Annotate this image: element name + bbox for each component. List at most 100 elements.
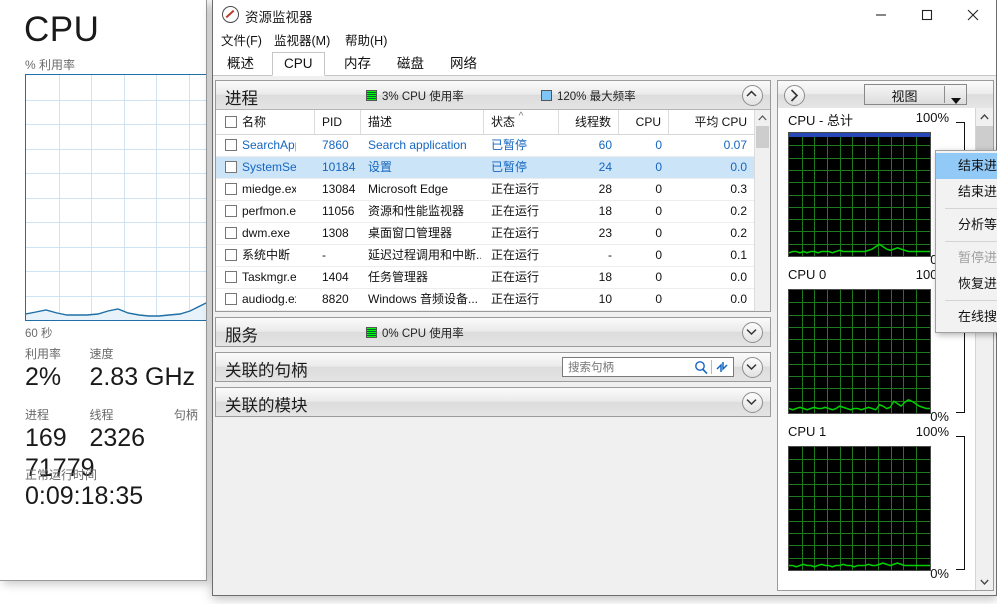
- table-row[interactable]: Taskmgr.exe 1404 任务管理器 正在运行 18 0 0.0: [216, 267, 770, 289]
- tab-disk[interactable]: 磁盘: [386, 53, 435, 76]
- menu-monitor[interactable]: 监视器(M): [269, 32, 335, 50]
- modules-title: 关联的模块: [225, 397, 308, 415]
- graph-plot: [788, 289, 931, 414]
- chevron-down-icon: [746, 364, 757, 371]
- processes-section: 进程 3% CPU 使用率 120% 最大频率 名称 PID 描述 ^ 状态 线…: [215, 80, 771, 312]
- close-button[interactable]: [950, 0, 996, 30]
- cell-avgcpu: 0.0: [730, 292, 747, 306]
- handles-section-header[interactable]: 关联的句柄: [216, 353, 770, 381]
- context-menu-item[interactable]: 结束进程树(T): [936, 179, 997, 205]
- cell-status: 正在运行: [491, 248, 540, 262]
- green-swatch-icon: [366, 327, 377, 338]
- minimize-button[interactable]: [858, 0, 904, 30]
- table-row[interactable]: dwm.exe 1308 桌面窗口管理器 正在运行 23 0 0.2: [216, 223, 770, 245]
- handle-search-box[interactable]: [562, 357, 734, 378]
- task-manager-window: CPU % 利用率 60 秒 利用率 速度 2% 2.83 GHz 进程 线程 …: [0, 0, 207, 581]
- graph-scroll-down-button[interactable]: [976, 573, 993, 590]
- chevron-up-icon: [758, 115, 767, 121]
- cell-name: SearchApp....: [242, 138, 296, 152]
- tab-network[interactable]: 网络: [439, 53, 488, 76]
- cell-pid: 7860: [322, 138, 349, 152]
- utilization-label: 利用率: [25, 347, 62, 361]
- processes-section-header[interactable]: 进程 3% CPU 使用率 120% 最大频率: [216, 81, 770, 110]
- table-row[interactable]: miedge.exe 13084 Microsoft Edge 正在运行 28 0 0.3: [216, 179, 770, 201]
- menu-file[interactable]: 文件(F): [216, 32, 267, 50]
- processes-scroll-up-button[interactable]: [755, 110, 770, 125]
- maximize-button[interactable]: [904, 0, 950, 30]
- table-row[interactable]: SearchApp.... 7860 Search application 已暂停 60…: [216, 135, 770, 157]
- column-header-pid[interactable]: PID: [315, 110, 361, 134]
- processes-collapse-button[interactable]: [742, 85, 763, 106]
- table-row[interactable]: 系统中断 - 延迟过程调用和中断... 正在运行 - 0 0.1: [216, 245, 770, 267]
- graph-plot: [788, 446, 931, 571]
- sort-ascending-icon: ^: [518, 111, 524, 122]
- graph-panel-expand-button[interactable]: [784, 85, 805, 106]
- cell-desc: Search application: [368, 138, 467, 152]
- magnifier-icon[interactable]: [694, 360, 709, 375]
- cell-cpu: 0: [655, 292, 662, 306]
- graph-title: CPU 1: [788, 424, 827, 439]
- column-header-threads[interactable]: 线程数: [559, 110, 619, 134]
- modules-expand-button[interactable]: [742, 392, 763, 413]
- title-bar[interactable]: 资源监视器: [213, 0, 996, 30]
- stats-row-primary: 利用率 速度: [25, 345, 206, 363]
- table-row[interactable]: perfmon.exe 11056 资源和性能监视器 正在运行 18 0 0.2: [216, 201, 770, 223]
- view-dropdown-button[interactable]: 视图: [864, 84, 967, 105]
- graph-max-label: 100%: [915, 110, 949, 125]
- cell-status: 正在运行: [491, 226, 540, 240]
- column-header-cpu[interactable]: CPU: [619, 110, 669, 134]
- counts-row-labels: 进程 线程 句柄: [25, 406, 206, 424]
- context-menu-item[interactable]: 分析等待链(A)...: [936, 212, 997, 238]
- cpu-graph-card: CPU 1 100% 0%: [778, 422, 975, 581]
- graph-series: [789, 399, 930, 411]
- processes-scroll-thumb[interactable]: [756, 126, 769, 148]
- cell-pid: 10184: [322, 160, 356, 174]
- context-menu-item: 暂停进程(S): [958, 250, 997, 265]
- column-header-average-cpu[interactable]: 平均 CPU: [669, 110, 754, 134]
- cell-cpu: 0: [655, 182, 662, 196]
- uptime-value: 0:09:18:35: [25, 482, 144, 510]
- context-menu-item[interactable]: 结束进程(E): [936, 153, 997, 179]
- view-dropdown-divider: [944, 86, 945, 103]
- cell-name: Taskmgr.exe: [242, 270, 296, 284]
- services-section-header[interactable]: 服务 0% CPU 使用率: [216, 318, 770, 346]
- handles-expand-button[interactable]: [742, 357, 763, 378]
- chevron-up-icon: [980, 114, 989, 120]
- content-area: 进程 3% CPU 使用率 120% 最大频率 名称 PID 描述 ^ 状态 线…: [213, 76, 996, 595]
- utilization-value: 2%: [25, 363, 62, 391]
- refresh-arrows-icon[interactable]: [715, 360, 730, 375]
- tab-overview[interactable]: 概述: [216, 53, 265, 76]
- tab-memory[interactable]: 内存: [333, 53, 382, 76]
- menu-help[interactable]: 帮助(H): [340, 32, 392, 50]
- cell-desc: 桌面窗口管理器: [368, 226, 453, 240]
- graph-series: [789, 243, 930, 254]
- chevron-down-icon: [746, 329, 757, 336]
- cell-status: 正在运行: [491, 204, 540, 218]
- cell-cpu: 0: [655, 204, 662, 218]
- cell-cpu: 0: [655, 248, 662, 262]
- modules-section-header[interactable]: 关联的模块: [216, 388, 770, 416]
- uptime-value-row: 0:09:18:35: [25, 481, 206, 511]
- threads-value: 2326: [89, 424, 146, 452]
- table-row[interactable]: audiodg.exe 8820 Windows 音频设备... 正在运行 10 0 0.0: [216, 289, 770, 311]
- processes-scrollbar[interactable]: [754, 110, 770, 311]
- column-header-description[interactable]: 描述: [361, 110, 484, 134]
- services-cpu-legend: 0% CPU 使用率: [366, 325, 464, 341]
- column-header-status[interactable]: ^ 状态: [484, 110, 559, 134]
- minimize-icon: [876, 14, 886, 16]
- context-menu-item[interactable]: 在线搜索(O): [936, 304, 997, 330]
- blue-swatch-icon: [541, 90, 552, 101]
- tab-cpu[interactable]: CPU: [272, 52, 325, 76]
- graph-scroll-up-button[interactable]: [976, 108, 993, 125]
- green-swatch-icon: [366, 90, 377, 101]
- cell-avgcpu: 0.3: [730, 182, 747, 196]
- services-expand-button[interactable]: [742, 322, 763, 343]
- processes-row-container: SearchApp.... 7860 Search application 已暂停 60…: [216, 135, 770, 311]
- table-row[interactable]: SystemSetti... 10184 设置 已暂停 24 0 0.0: [216, 157, 770, 179]
- menu-bar: 文件(F) 监视器(M) 帮助(H): [213, 30, 996, 52]
- resource-monitor-window: 资源监视器 文件(F) 监视器(M) 帮助(H) 概述 CPU 内存 磁盘 网络…: [212, 0, 997, 596]
- column-header-name[interactable]: 名称: [216, 110, 315, 134]
- graph-title: CPU 0: [788, 267, 827, 282]
- context-menu-item[interactable]: 恢复进程(R): [936, 271, 997, 297]
- handle-search-input[interactable]: [566, 358, 690, 378]
